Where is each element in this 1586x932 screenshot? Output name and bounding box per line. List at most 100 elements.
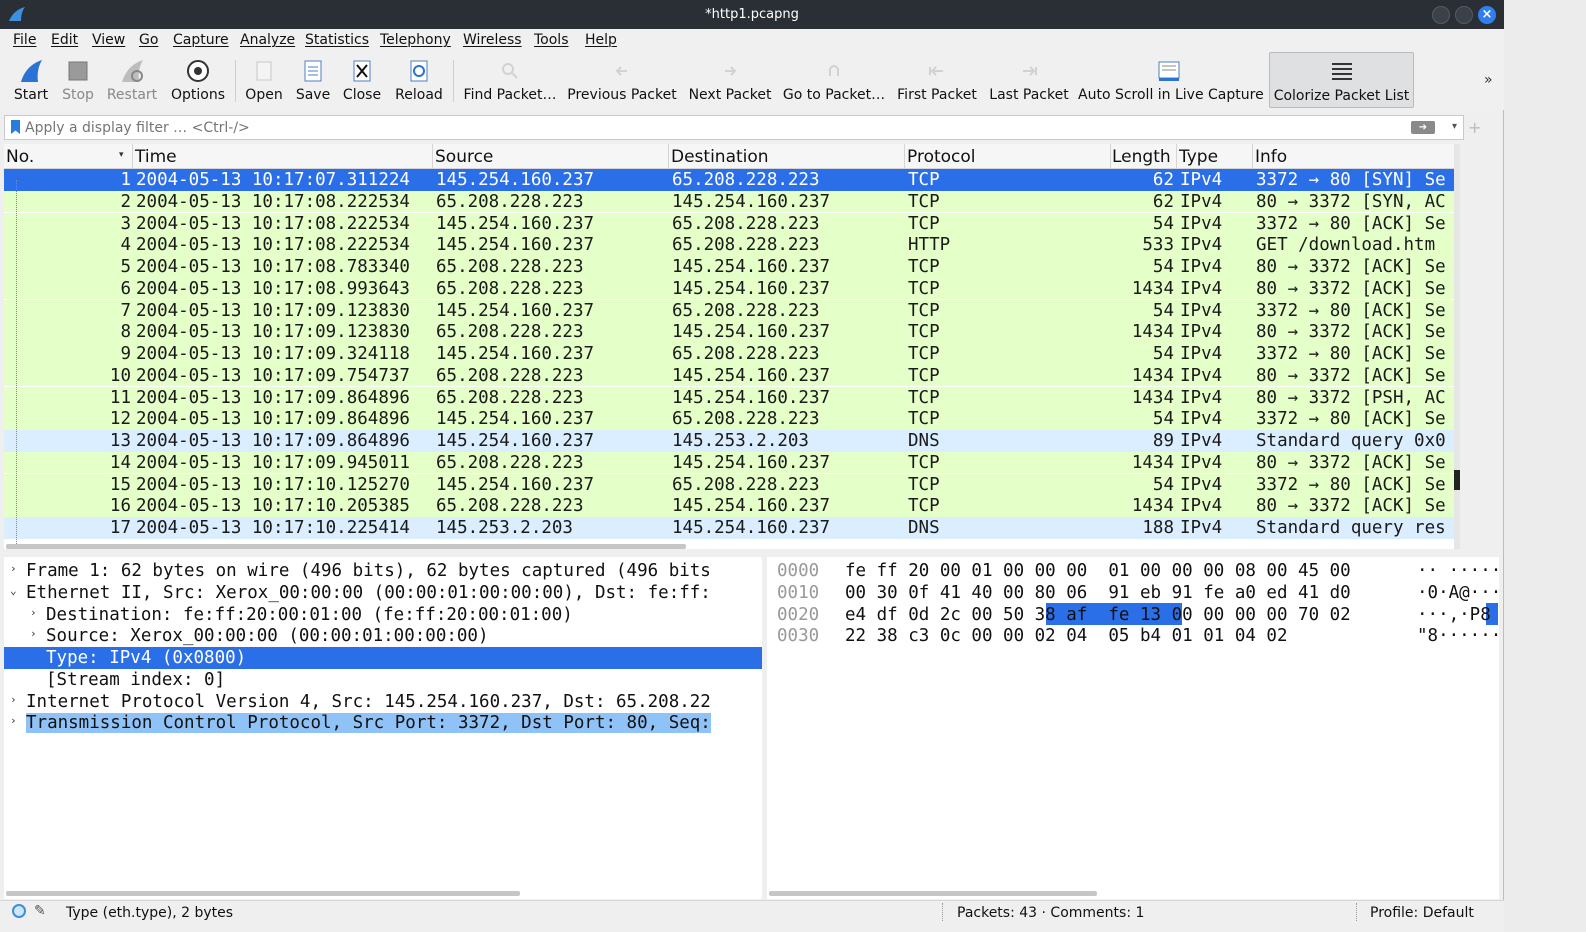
- next-packet-button[interactable]: Next Packet: [686, 52, 774, 108]
- status-profile[interactable]: Profile: Default: [1370, 905, 1474, 921]
- packet-row[interactable]: 8 2004-05-13 10:17:09.123830 65.208.228.22…: [4, 321, 1454, 343]
- menu-view[interactable]: View: [92, 32, 125, 48]
- expand-chevron-icon[interactable]: ›: [10, 693, 17, 706]
- detail-tree-item[interactable]: › Frame 1: 62 bytes on wire (496 bits), 6…: [4, 560, 762, 582]
- detail-text: Frame 1: 62 bytes on wire (496 bits), 62…: [26, 561, 711, 581]
- packet-row[interactable]: 13 2004-05-13 10:17:09.864896 145.254.160.…: [4, 430, 1454, 452]
- menu-statistics[interactable]: Statistics: [305, 32, 369, 48]
- start-capture-button[interactable]: Start: [8, 52, 54, 108]
- close-file-button[interactable]: Close: [340, 52, 384, 108]
- comment-pencil-icon[interactable]: ✎: [34, 903, 46, 919]
- expand-chevron-icon[interactable]: ›: [10, 562, 17, 575]
- packet-cell-len: 62: [1152, 170, 1174, 190]
- expand-chevron-icon[interactable]: ›: [10, 714, 17, 727]
- col-separator[interactable]: [1110, 144, 1111, 169]
- packet-bytes-pane: 0000 fe ff 20 00 01 00 00 00 01 00 00 00 …: [767, 557, 1499, 899]
- detail-tree-item[interactable]: Type: IPv4 (0x0800): [4, 647, 762, 669]
- previous-packet-button[interactable]: Previous Packet: [566, 52, 678, 108]
- hex-row[interactable]: 0020 e4 df 0d 2c 00 50 38 af fe 13 00 00 …: [767, 604, 1499, 626]
- detail-tree-item[interactable]: › Internet Protocol Version 4, Src: 145.2…: [4, 691, 762, 713]
- close-window-button[interactable]: ×: [1478, 6, 1496, 24]
- find-packet-button[interactable]: Find Packet…: [462, 52, 558, 108]
- menu-edit[interactable]: Edit: [51, 32, 78, 48]
- maximize-button[interactable]: [1455, 6, 1473, 24]
- menu-file[interactable]: File: [13, 32, 36, 48]
- bytes-hscroll[interactable]: [769, 891, 1097, 896]
- toolbar-overflow-button[interactable]: »: [1484, 72, 1493, 88]
- packet-row[interactable]: 17 2004-05-13 10:17:10.225414 145.253.2.20…: [4, 517, 1454, 539]
- packet-list-hscroll[interactable]: [6, 544, 686, 549]
- col-separator[interactable]: [432, 144, 433, 169]
- col-separator[interactable]: [1252, 144, 1253, 169]
- detail-tree-item[interactable]: › Destination: fe:ff:20:00:01:00 (fe:ff:2…: [4, 604, 762, 626]
- status-packet-count: Packets: 43 · Comments: 1: [957, 905, 1145, 921]
- apply-filter-icon[interactable]: ➜: [1411, 121, 1435, 134]
- packet-list-scroll-thumb[interactable]: [1454, 470, 1460, 490]
- packet-row[interactable]: 3 2004-05-13 10:17:08.222534 145.254.160.2…: [4, 212, 1454, 235]
- colorize-packet-list-button[interactable]: Colorize Packet List: [1269, 52, 1414, 108]
- open-file-button[interactable]: Open: [242, 52, 286, 108]
- expand-chevron-icon[interactable]: ›: [30, 627, 37, 640]
- col-destination[interactable]: Destination: [671, 147, 769, 167]
- capture-options-button[interactable]: Options: [167, 52, 229, 108]
- col-info[interactable]: Info: [1255, 147, 1287, 167]
- expand-chevron-icon[interactable]: ›: [30, 606, 37, 619]
- packet-row[interactable]: 10 2004-05-13 10:17:09.754737 65.208.228.2…: [4, 364, 1454, 387]
- reload-file-button[interactable]: Reload: [393, 52, 445, 108]
- packet-row[interactable]: 1 2004-05-13 10:17:07.311224 145.254.160.2…: [4, 169, 1454, 191]
- gear-icon: [187, 60, 209, 82]
- desktop-background: [1504, 0, 1586, 932]
- go-to-packet-button[interactable]: Go to Packet…: [782, 52, 886, 108]
- detail-tree-item[interactable]: [Stream index: 0]: [4, 669, 762, 691]
- packet-row[interactable]: 16 2004-05-13 10:17:10.205385 65.208.228.2…: [4, 495, 1454, 517]
- restart-capture-button[interactable]: Restart: [105, 52, 159, 108]
- menu-tools[interactable]: Tools: [534, 32, 569, 48]
- col-separator[interactable]: [132, 144, 133, 169]
- add-filter-button-icon[interactable]: +: [1468, 118, 1481, 137]
- packet-row[interactable]: 2 2004-05-13 10:17:08.222534 65.208.228.22…: [4, 190, 1454, 213]
- menu-analyze[interactable]: Analyze: [240, 32, 295, 48]
- save-file-button[interactable]: Save: [293, 52, 333, 108]
- details-hscroll[interactable]: [6, 891, 520, 896]
- packet-row[interactable]: 11 2004-05-13 10:17:09.864896 65.208.228.2…: [4, 386, 1454, 409]
- col-separator[interactable]: [668, 144, 669, 169]
- menu-telephony[interactable]: Telephony: [380, 32, 451, 48]
- col-separator[interactable]: [1176, 144, 1177, 169]
- menu-capture[interactable]: Capture: [173, 32, 229, 48]
- detail-tree-item[interactable]: ⌄ Ethernet II, Src: Xerox_00:00:00 (00:00…: [4, 582, 762, 604]
- col-separator[interactable]: [904, 144, 905, 169]
- packet-row[interactable]: 5 2004-05-13 10:17:08.783340 65.208.228.22…: [4, 256, 1454, 278]
- packet-row[interactable]: 7 2004-05-13 10:17:09.123830 145.254.160.2…: [4, 299, 1454, 322]
- packet-row[interactable]: 9 2004-05-13 10:17:09.324118 145.254.160.2…: [4, 343, 1454, 365]
- col-source[interactable]: Source: [435, 147, 493, 167]
- packet-cell-info: 3372 → 80 [ACK] Se: [1256, 474, 1446, 495]
- hex-row[interactable]: 0030 22 38 c3 0c 00 00 02 04 05 b4 01 01 …: [767, 625, 1499, 647]
- expand-chevron-icon[interactable]: ⌄: [10, 584, 17, 597]
- minimize-button[interactable]: [1432, 6, 1450, 24]
- detail-tree-item[interactable]: › Transmission Control Protocol, Src Port…: [4, 712, 762, 734]
- col-protocol[interactable]: Protocol: [907, 147, 976, 167]
- packet-row[interactable]: 14 2004-05-13 10:17:09.945011 65.208.228.2…: [4, 451, 1454, 474]
- packet-row[interactable]: 15 2004-05-13 10:17:10.125270 145.254.160.…: [4, 473, 1454, 496]
- filter-history-chevron-icon[interactable]: ▾: [1452, 121, 1457, 132]
- packet-row[interactable]: 4 2004-05-13 10:17:08.222534 145.254.160.2…: [4, 234, 1454, 256]
- menu-go[interactable]: Go: [139, 32, 158, 48]
- last-packet-button[interactable]: Last Packet: [988, 52, 1070, 108]
- hex-row[interactable]: 0000 fe ff 20 00 01 00 00 00 01 00 00 00 …: [767, 560, 1499, 582]
- hex-row[interactable]: 0010 00 30 0f 41 40 00 80 06 91 eb 91 fe …: [767, 582, 1499, 604]
- auto-scroll-button[interactable]: Auto Scroll in Live Capture: [1078, 52, 1264, 108]
- first-packet-button[interactable]: First Packet: [893, 52, 981, 108]
- expert-info-icon[interactable]: [12, 904, 26, 918]
- display-filter-input[interactable]: [25, 118, 1405, 138]
- menu-help[interactable]: Help: [585, 32, 617, 48]
- menu-wireless[interactable]: Wireless: [463, 32, 522, 48]
- detail-tree-item[interactable]: › Source: Xerox_00:00:00 (00:00:01:00:00:…: [4, 625, 762, 647]
- packet-row[interactable]: 12 2004-05-13 10:17:09.864896 145.254.160.…: [4, 408, 1454, 430]
- col-length[interactable]: Length: [1112, 147, 1171, 167]
- bookmark-icon[interactable]: [11, 120, 20, 134]
- col-no[interactable]: No.: [6, 147, 34, 167]
- col-time[interactable]: Time: [135, 147, 177, 167]
- col-type[interactable]: Type: [1179, 147, 1218, 167]
- stop-capture-button[interactable]: Stop: [58, 52, 98, 108]
- packet-row[interactable]: 6 2004-05-13 10:17:08.993643 65.208.228.22…: [4, 277, 1454, 300]
